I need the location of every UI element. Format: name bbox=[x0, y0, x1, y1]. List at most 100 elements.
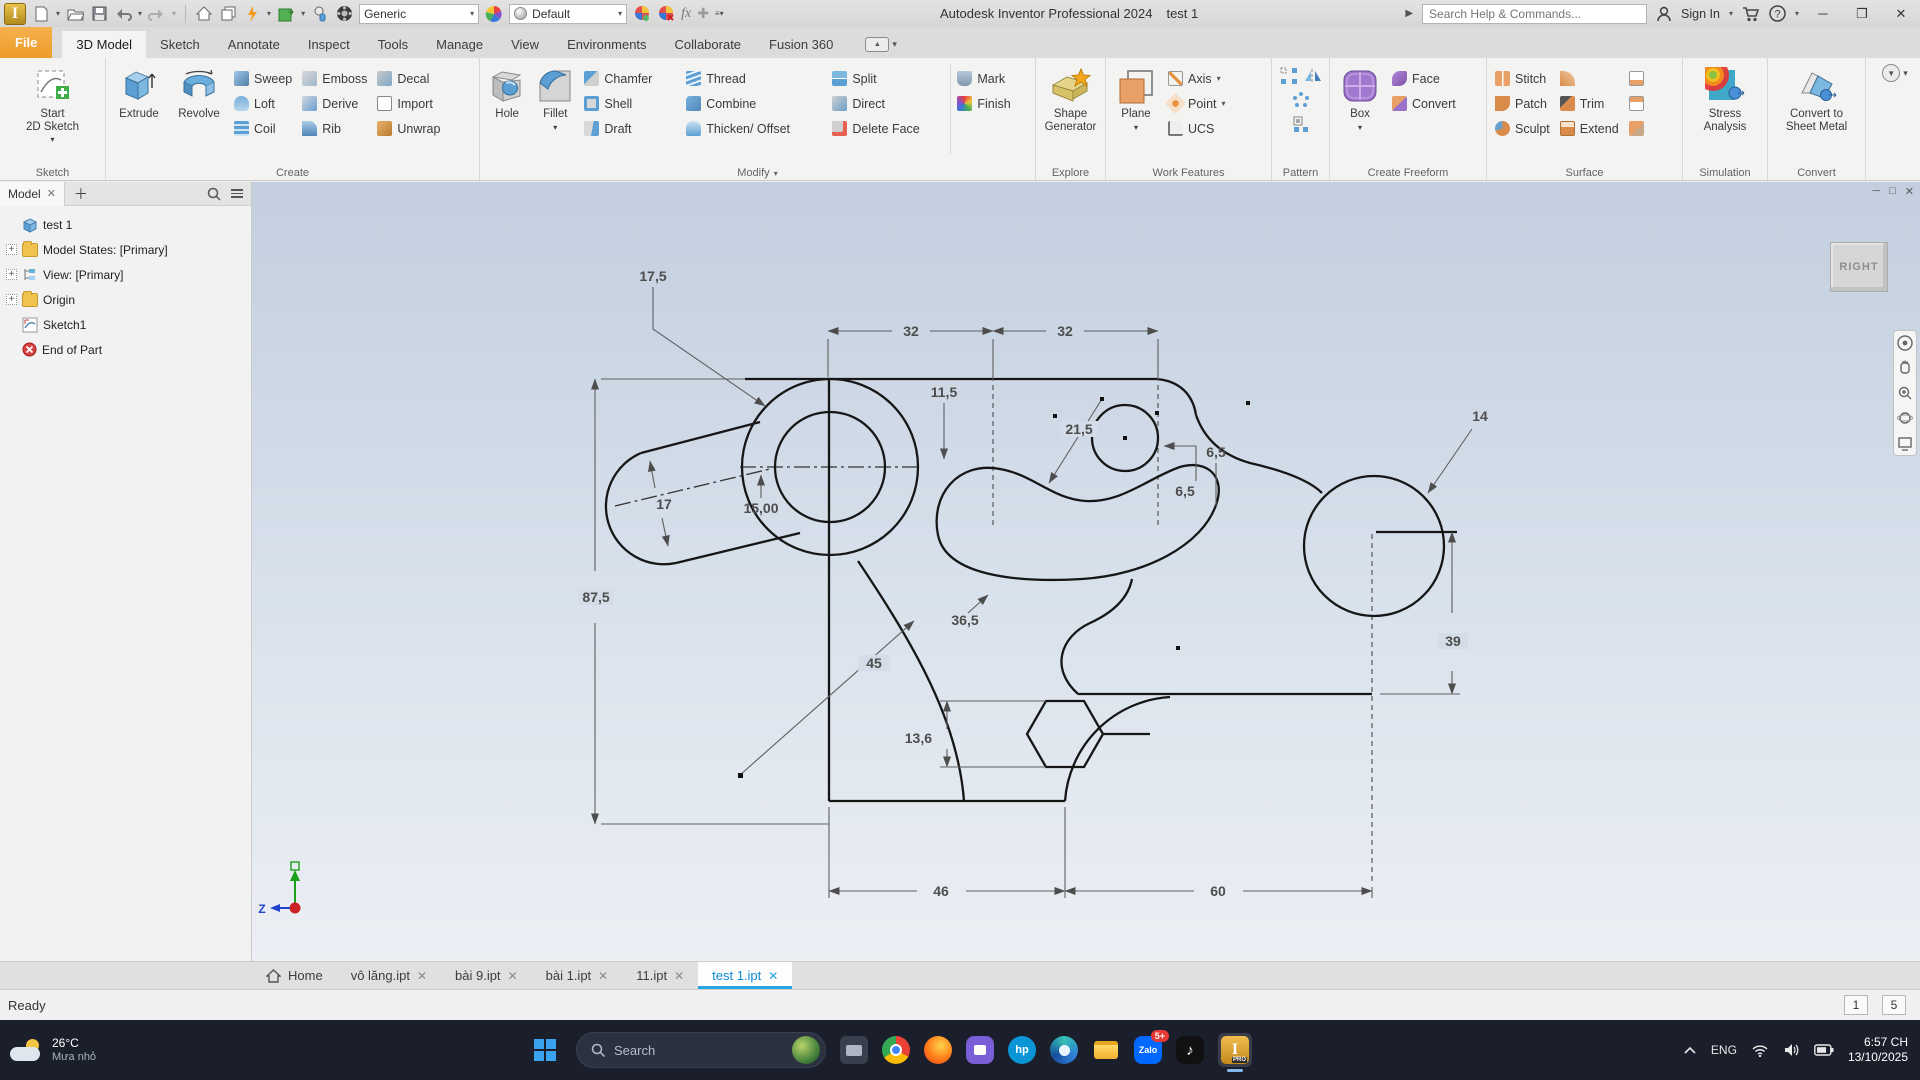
extend-button[interactable]: Extend bbox=[1556, 116, 1623, 141]
plane-button[interactable]: Plane ▾ bbox=[1110, 64, 1162, 134]
tree-item-view[interactable]: + View: [Primary] bbox=[6, 262, 251, 287]
expand-icon[interactable]: + bbox=[6, 244, 17, 255]
plus-button[interactable]: ✚ bbox=[697, 5, 709, 22]
battery-icon[interactable] bbox=[1814, 1044, 1834, 1056]
unwrap-button[interactable]: Unwrap bbox=[373, 116, 444, 141]
pan-icon[interactable] bbox=[1897, 360, 1913, 376]
tray-chevron-icon[interactable] bbox=[1683, 1046, 1697, 1055]
trim-button[interactable]: Trim bbox=[1556, 91, 1623, 116]
tab-view[interactable]: View bbox=[497, 31, 553, 58]
doc-tab-vo-lang[interactable]: vô lăng.ipt ✕ bbox=[337, 962, 441, 989]
mark-button[interactable]: Mark bbox=[953, 66, 1031, 91]
thread-button[interactable]: Thread bbox=[682, 66, 826, 91]
direct-button[interactable]: Direct bbox=[828, 91, 948, 116]
freeform-convert-button[interactable]: Convert bbox=[1388, 91, 1460, 116]
doc-tab-home[interactable]: Home bbox=[252, 962, 337, 989]
tab-tools[interactable]: Tools bbox=[364, 31, 422, 58]
close-tab-icon[interactable]: ✕ bbox=[598, 969, 608, 983]
tab-collaborate[interactable]: Collaborate bbox=[661, 31, 756, 58]
tree-item-model-states[interactable]: + Model States: [Primary] bbox=[6, 237, 251, 262]
parameters-fx-button[interactable]: fx bbox=[681, 6, 691, 22]
look-at-icon[interactable] bbox=[1897, 435, 1913, 451]
thicken-offset-button[interactable]: Thicken/ Offset bbox=[682, 116, 826, 141]
viewcube[interactable]: RIGHT bbox=[1830, 242, 1888, 292]
sketch-geometry[interactable] bbox=[604, 377, 1457, 803]
home-icon[interactable] bbox=[195, 5, 213, 23]
new-file-icon[interactable] bbox=[32, 5, 50, 23]
import-button[interactable]: Import bbox=[373, 91, 444, 116]
doc-tab-bai-9[interactable]: bài 9.ipt ✕ bbox=[441, 962, 532, 989]
help-caret[interactable]: ▾ bbox=[1795, 9, 1799, 18]
tab-annotate[interactable]: Annotate bbox=[214, 31, 294, 58]
adjust-appearance-icon[interactable] bbox=[633, 5, 651, 23]
orbit-icon[interactable] bbox=[1897, 410, 1913, 426]
firefox-icon[interactable] bbox=[924, 1036, 952, 1064]
close-tab-icon[interactable]: ✕ bbox=[417, 969, 427, 983]
ribbon-collapse-control[interactable]: ▼ ▾ bbox=[1882, 64, 1908, 82]
taskbar-search[interactable]: Search bbox=[576, 1032, 826, 1068]
material-dropdown[interactable]: Generic ▾ bbox=[359, 3, 480, 24]
freeform-face-button[interactable]: Face bbox=[1388, 66, 1460, 91]
revolve-button[interactable]: Revolve bbox=[170, 64, 228, 121]
tab-fusion-360[interactable]: Fusion 360 bbox=[755, 31, 847, 58]
clear-appearance-icon[interactable] bbox=[657, 5, 675, 23]
open-icon[interactable] bbox=[66, 5, 84, 23]
close-tab-icon[interactable]: ✕ bbox=[508, 969, 518, 983]
browser-tab-model[interactable]: Model ✕ bbox=[0, 181, 65, 206]
doc-tab-bai-1[interactable]: bài 1.ipt ✕ bbox=[532, 962, 623, 989]
loft-button[interactable]: Loft bbox=[230, 91, 296, 116]
material-box-icon[interactable] bbox=[277, 5, 295, 23]
finish-button[interactable]: Finish bbox=[953, 91, 1031, 116]
convert-sheet-metal-button[interactable]: Convert to Sheet Metal bbox=[1775, 64, 1859, 133]
copy-paste-icon[interactable] bbox=[219, 5, 237, 23]
close-button[interactable]: ✕ bbox=[1886, 1, 1916, 27]
delete-surface-button[interactable] bbox=[1625, 91, 1648, 116]
decal-button[interactable]: Decal bbox=[373, 66, 444, 91]
edge-icon[interactable] bbox=[1050, 1036, 1078, 1064]
tab-manage[interactable]: Manage bbox=[422, 31, 497, 58]
copy-surface-button[interactable] bbox=[1625, 116, 1648, 141]
taskbar-clock[interactable]: 6:57 CH 13/10/2025 bbox=[1848, 1035, 1908, 1065]
delete-face-button[interactable]: Delete Face bbox=[828, 116, 948, 141]
patch-button[interactable]: Patch bbox=[1491, 91, 1554, 116]
extrude-button[interactable]: Extrude bbox=[110, 64, 168, 121]
draft-button[interactable]: Draft bbox=[580, 116, 680, 141]
chat-app-icon[interactable] bbox=[966, 1036, 994, 1064]
inventor-taskbar-icon[interactable]: I PRO bbox=[1218, 1033, 1252, 1072]
tree-item-part[interactable]: test 1 bbox=[6, 212, 251, 237]
sign-in-button[interactable]: Sign In bbox=[1681, 7, 1720, 21]
tab-sketch[interactable]: Sketch bbox=[146, 31, 214, 58]
shape-generator-button[interactable]: Shape Generator bbox=[1040, 64, 1101, 133]
ribbon-display-control[interactable]: ▲ ▾ bbox=[865, 35, 897, 53]
expand-icon[interactable]: + bbox=[6, 294, 17, 305]
axis-button[interactable]: Axis ▾ bbox=[1164, 66, 1230, 91]
tree-item-sketch1[interactable]: Sketch1 bbox=[6, 312, 251, 337]
help-search-input[interactable] bbox=[1422, 3, 1648, 24]
wifi-icon[interactable] bbox=[1751, 1043, 1769, 1057]
help-icon[interactable]: ? bbox=[1769, 5, 1786, 22]
hole-button[interactable]: Hole bbox=[484, 64, 530, 121]
ucs-button[interactable]: UCS bbox=[1164, 116, 1230, 141]
render-wheel-icon[interactable] bbox=[335, 5, 353, 23]
tiktok-icon[interactable]: ♪ bbox=[1176, 1036, 1204, 1064]
task-view-icon[interactable] bbox=[840, 1036, 868, 1064]
search-expand-arrow[interactable]: ▶ bbox=[1405, 8, 1413, 19]
coil-button[interactable]: Coil bbox=[230, 116, 296, 141]
stitch-button[interactable]: Stitch bbox=[1491, 66, 1554, 91]
redo-icon[interactable] bbox=[148, 5, 166, 23]
appearance-dropdown[interactable]: Default ▾ bbox=[509, 3, 628, 24]
panel-label-modify[interactable]: Modify bbox=[737, 167, 769, 179]
tab-environments[interactable]: Environments bbox=[553, 31, 660, 58]
browser-tab-close-icon[interactable]: ✕ bbox=[47, 187, 56, 200]
measure-bolt-icon[interactable] bbox=[243, 5, 261, 23]
close-tab-icon[interactable]: ✕ bbox=[768, 969, 778, 983]
doc-tab-11[interactable]: 11.ipt ✕ bbox=[622, 962, 698, 989]
graphics-window[interactable]: ─ □ ✕ RIGHT 17,5 32 32 11,5 21,5 6,5 6,5… bbox=[252, 182, 1920, 961]
shell-button[interactable]: Shell bbox=[580, 91, 680, 116]
expand-icon[interactable]: + bbox=[6, 269, 17, 280]
inventor-logo-icon[interactable]: I bbox=[4, 2, 26, 25]
split-button[interactable]: Split bbox=[828, 66, 948, 91]
chrome-icon[interactable] bbox=[882, 1036, 910, 1064]
tab-file[interactable]: File bbox=[0, 27, 53, 58]
save-icon[interactable] bbox=[90, 5, 108, 23]
